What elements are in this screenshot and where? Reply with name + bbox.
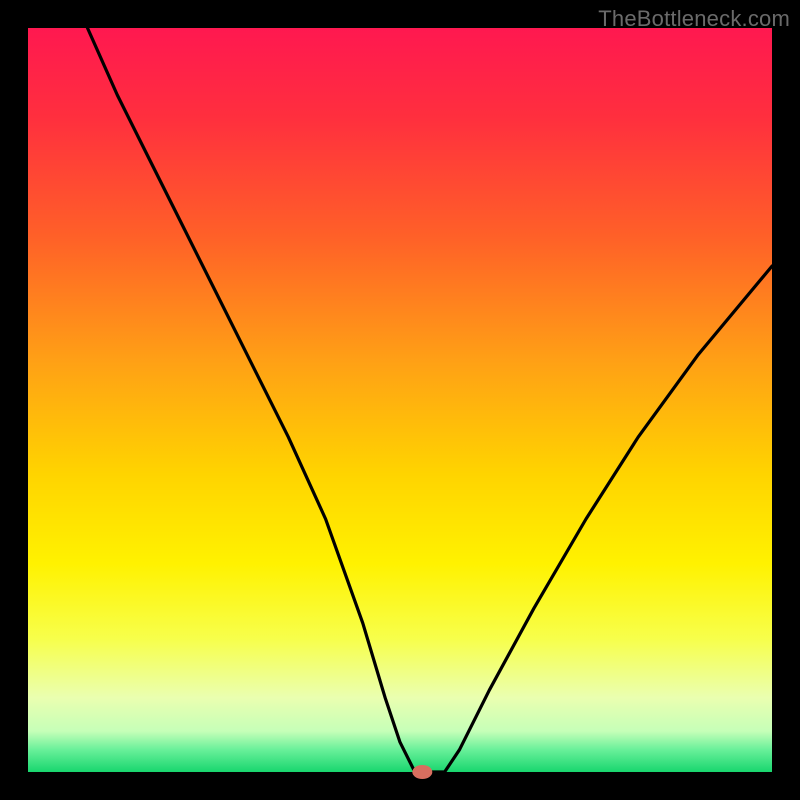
bottleneck-marker bbox=[412, 765, 432, 779]
chart-frame: TheBottleneck.com bbox=[0, 0, 800, 800]
bottleneck-chart bbox=[0, 0, 800, 800]
watermark-text: TheBottleneck.com bbox=[598, 6, 790, 32]
